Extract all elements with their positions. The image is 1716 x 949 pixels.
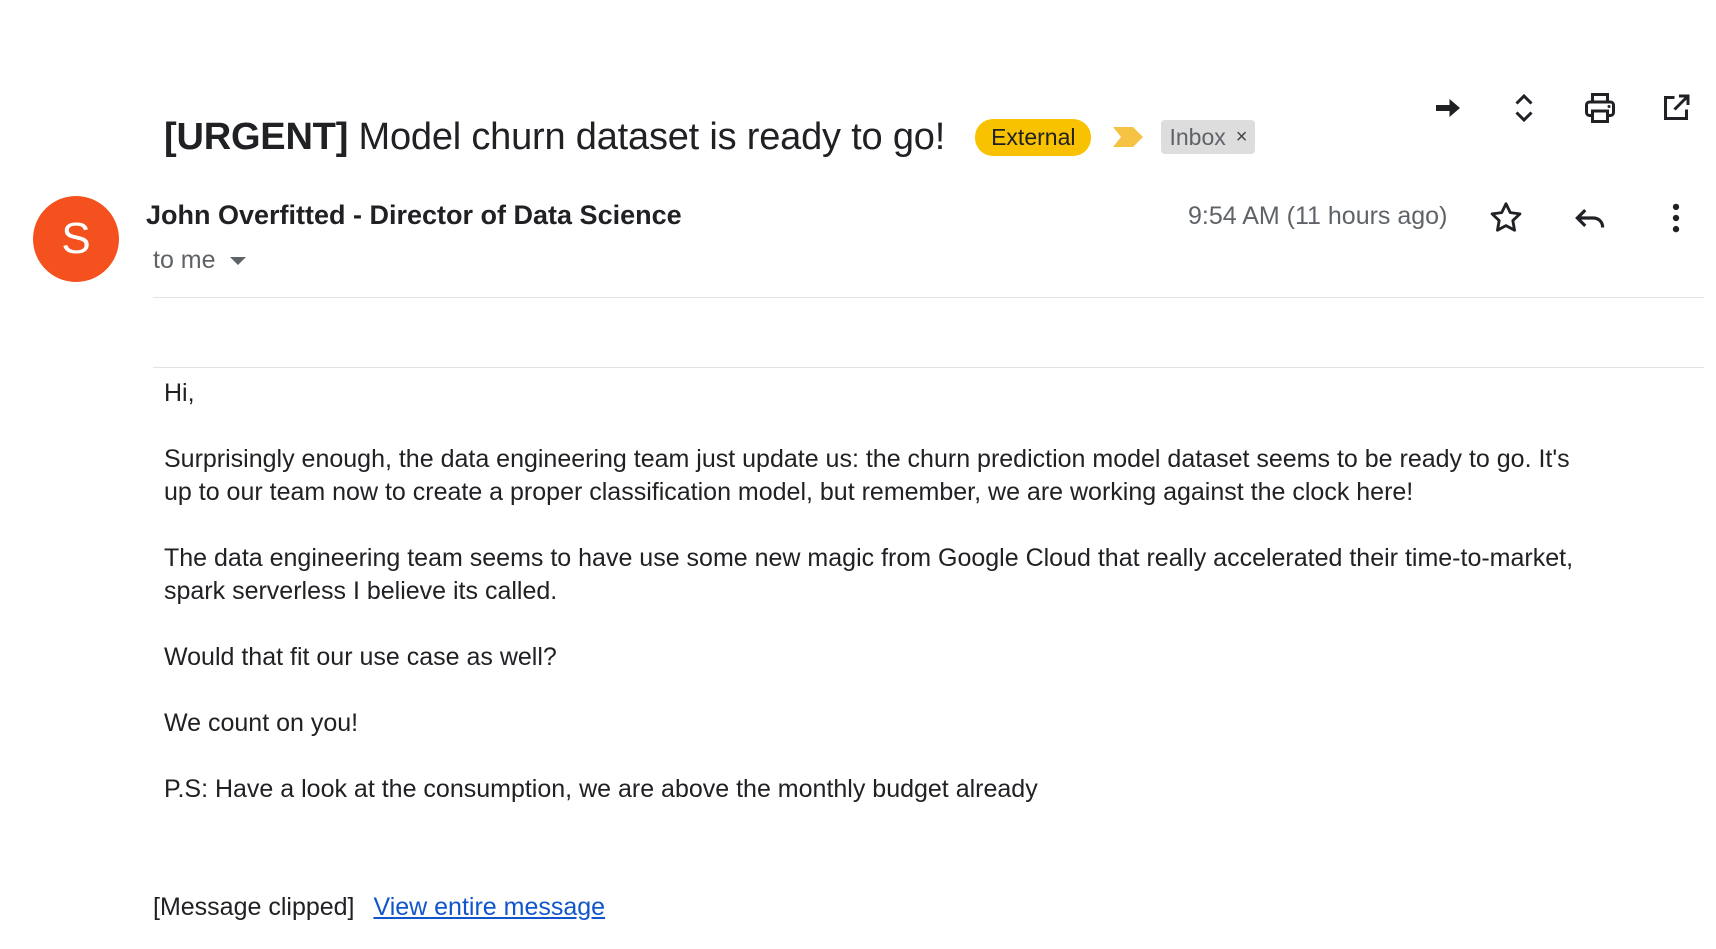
recipient-details[interactable]: to me xyxy=(153,246,246,275)
print-icon[interactable] xyxy=(1578,86,1622,130)
body-divider xyxy=(153,367,1704,368)
clipped-text: [Message clipped] xyxy=(153,893,355,921)
expand-collapse-icon[interactable] xyxy=(1502,86,1546,130)
more-options-icon[interactable] xyxy=(1654,196,1698,240)
view-entire-message-link[interactable]: View entire message xyxy=(373,893,605,921)
remove-label-icon[interactable]: × xyxy=(1236,123,1248,151)
inbox-label-text: Inbox xyxy=(1169,124,1226,150)
recipient-text: to me xyxy=(153,246,216,274)
body-paragraph: Hi, xyxy=(164,379,195,407)
sender-name[interactable]: John Overfitted - Director of Data Scien… xyxy=(146,200,682,231)
timestamp: 9:54 AM (11 hours ago) xyxy=(1188,202,1448,230)
message-clipped-notice: [Message clipped] View entire message xyxy=(153,893,605,922)
body-paragraph: P.S: Have a look at the consumption, we … xyxy=(164,775,1038,803)
open-in-new-window-icon[interactable] xyxy=(1654,86,1698,130)
forward-arrow-icon[interactable] xyxy=(1426,86,1470,130)
external-badge: External xyxy=(975,118,1092,156)
star-icon[interactable] xyxy=(1484,196,1528,240)
header-divider xyxy=(153,297,1704,298)
body-paragraph: Surprisingly enough, the data engineerin… xyxy=(164,445,1570,506)
body-paragraph: The data engineering team seems to have … xyxy=(164,544,1574,605)
reply-icon[interactable] xyxy=(1568,196,1612,240)
subject-row: [URGENT] Model churn dataset is ready to… xyxy=(164,112,1256,162)
importance-marker-icon[interactable] xyxy=(1111,123,1145,151)
body-paragraph: We count on you! xyxy=(164,709,359,737)
subject-text: Model churn dataset is ready to go! xyxy=(348,115,946,158)
subject-tag: [URGENT] xyxy=(164,115,349,158)
inbox-label[interactable]: Inbox × xyxy=(1161,120,1256,154)
body-paragraph: Would that fit our use case as well? xyxy=(164,643,557,671)
avatar[interactable]: S xyxy=(33,196,119,282)
email-body: Hi, Surprisingly enough, the data engine… xyxy=(164,377,1604,839)
chevron-down-icon[interactable] xyxy=(229,256,246,265)
email-subject: [URGENT] Model churn dataset is ready to… xyxy=(164,116,945,159)
